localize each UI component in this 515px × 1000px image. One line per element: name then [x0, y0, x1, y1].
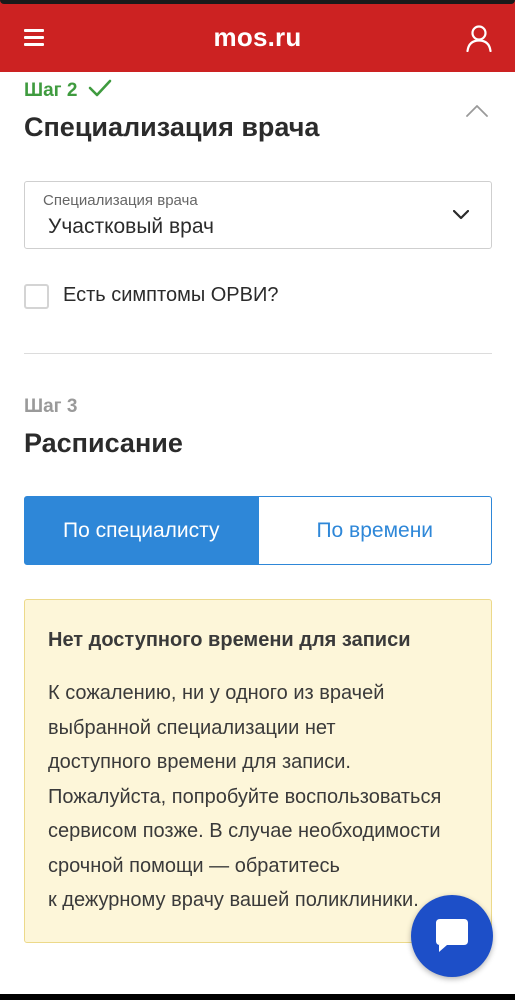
step-3-label: Шаг 3 [24, 396, 78, 417]
step-2-label: Шаг 2 [24, 80, 78, 101]
site-logo[interactable]: mos.ru [0, 22, 515, 53]
chevron-down-icon [453, 210, 469, 220]
select-value: Участковый врач [48, 215, 214, 238]
tab-by-time[interactable]: По времени [258, 496, 492, 565]
notice-title: Нет доступного времени для записи [48, 629, 411, 651]
top-navigation-bar: mos.ru [0, 0, 515, 72]
step-3-title: Расписание [24, 428, 183, 458]
step-2-title: Специализация врача [24, 112, 320, 142]
top-edge [0, 0, 515, 4]
arvi-symptoms-label[interactable]: Есть симптомы ОРВИ? [63, 284, 278, 307]
user-profile-icon[interactable] [465, 24, 493, 52]
schedule-mode-toggle: По специалисту По времени [24, 496, 492, 565]
appointment-page: mos.ru Шаг 2 Специализация врача Специал… [0, 0, 515, 994]
bottom-edge [0, 994, 515, 1000]
chat-bubble-icon [436, 919, 468, 952]
tab-by-specialist[interactable]: По специалисту [24, 496, 259, 565]
specialization-select[interactable]: Специализация врача Участковый врач [24, 181, 492, 249]
arvi-symptoms-checkbox[interactable] [24, 284, 49, 309]
chevron-up-icon[interactable] [466, 104, 488, 118]
select-label: Специализация врача [43, 192, 198, 209]
checkmark-icon [88, 79, 112, 97]
no-slots-notice: Нет доступного времени для записи К сожа… [24, 599, 492, 943]
chat-button[interactable] [411, 895, 493, 977]
notice-body: К сожалению, ни у одного из врачей выбра… [48, 682, 442, 911]
section-divider [24, 353, 492, 354]
